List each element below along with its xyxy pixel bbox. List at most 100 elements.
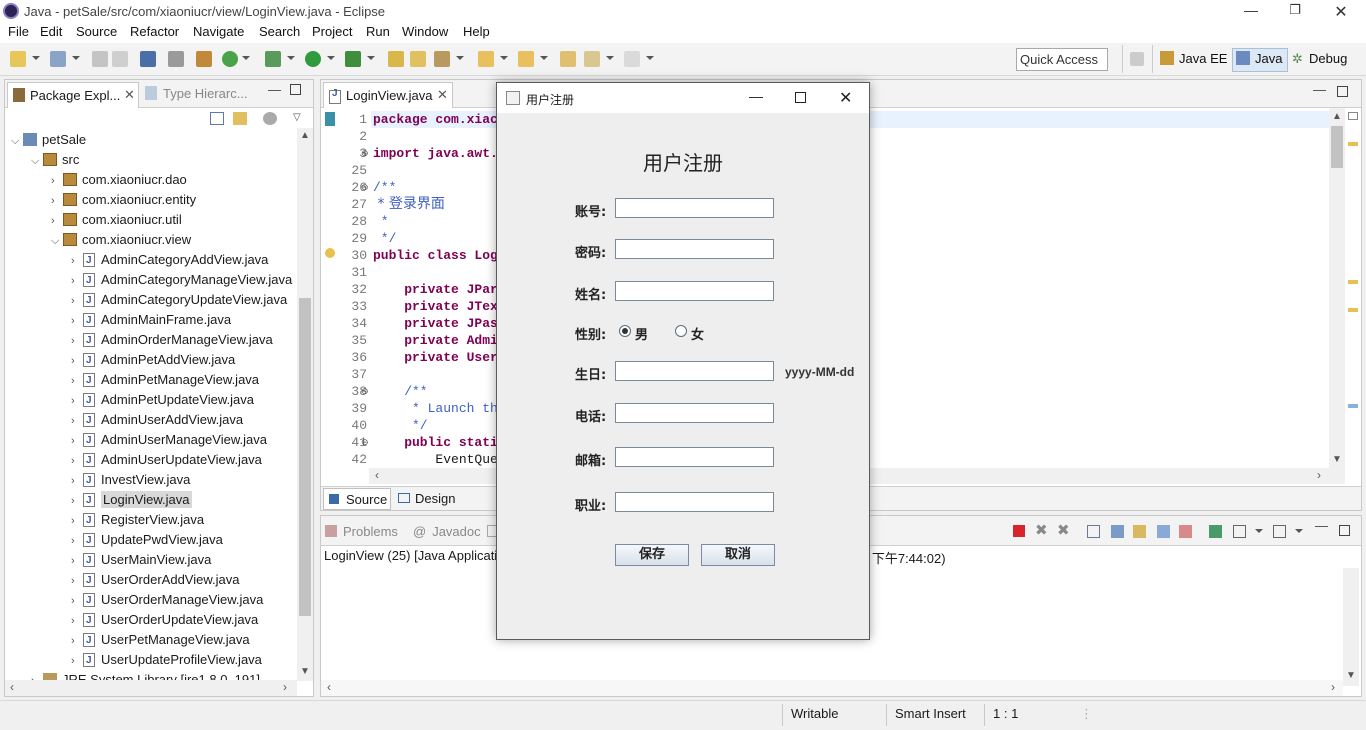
tree-file[interactable]: ›UserOrderAddView.java — [71, 570, 240, 591]
tree-package[interactable]: › com.xiaoniucr.util — [51, 210, 182, 230]
console-icon[interactable] — [140, 51, 156, 67]
terminate-icon[interactable] — [1013, 525, 1025, 537]
menu-refactor[interactable]: Refactor — [130, 24, 179, 39]
maximize-view-icon[interactable] — [1337, 86, 1348, 97]
remove-all-icon[interactable]: ✖ — [1057, 521, 1070, 539]
chevron-down-icon[interactable] — [367, 56, 375, 60]
menu-search[interactable]: Search — [259, 24, 300, 39]
fold-collapse-icon[interactable]: ⊖ — [361, 386, 369, 397]
gender-male-radio[interactable] — [619, 325, 631, 337]
scroll-up-icon[interactable]: ▲ — [300, 130, 310, 141]
tree-file[interactable]: ›RegisterView.java — [71, 510, 204, 531]
explorer-hscrollbar[interactable]: ‹ › — [5, 680, 297, 696]
tree-file[interactable]: ›UserUpdateProfileView.java — [71, 650, 262, 671]
perspective-debug[interactable]: ✲ Debug — [1292, 51, 1347, 66]
chevron-down-icon[interactable] — [1255, 529, 1263, 533]
open-console-icon[interactable] — [1273, 525, 1286, 538]
next-annotation-icon[interactable] — [478, 51, 494, 67]
menu-window[interactable]: Window — [402, 24, 448, 39]
dialog-close-icon[interactable]: ✕ — [839, 88, 852, 108]
save-all-icon[interactable] — [112, 51, 128, 67]
maximize-view-icon[interactable] — [1339, 525, 1350, 536]
close-tab-icon[interactable]: ✕ — [124, 87, 135, 103]
tab-source[interactable]: Source — [323, 488, 391, 510]
scroll-right-icon[interactable]: › — [1317, 468, 1321, 482]
show-stderr-icon[interactable] — [1179, 525, 1192, 538]
menu-run[interactable]: Run — [366, 24, 390, 39]
dialog-maximize-icon[interactable] — [795, 92, 806, 103]
chevron-down-icon[interactable] — [32, 56, 40, 60]
clear-console-icon[interactable] — [1087, 525, 1100, 538]
restore-icon[interactable]: ❐ — [1285, 2, 1305, 20]
phone-input[interactable] — [615, 403, 774, 423]
tab-design[interactable]: Design — [395, 488, 461, 510]
minimize-view-icon[interactable]: — — [268, 82, 281, 97]
chevron-down-icon[interactable] — [327, 56, 335, 60]
tree-package[interactable]: ⌵ com.xiaoniucr.view — [51, 230, 191, 250]
minimize-icon[interactable]: — — [1241, 2, 1261, 20]
perspective-java[interactable]: Java — [1236, 51, 1282, 66]
chevron-down-icon[interactable] — [500, 56, 508, 60]
console-vscrollbar[interactable]: ▼ — [1343, 568, 1359, 686]
password-input[interactable] — [615, 239, 774, 259]
scroll-left-icon[interactable]: ‹ — [10, 680, 14, 694]
fold-collapse-icon[interactable]: ⊖ — [361, 437, 369, 448]
perspective-java-ee[interactable]: Java EE — [1160, 51, 1227, 66]
tree-file[interactable]: ›UserOrderUpdateView.java — [71, 610, 258, 631]
menu-edit[interactable]: Edit — [40, 24, 62, 39]
back-icon[interactable] — [584, 51, 600, 67]
new-project-icon[interactable] — [50, 51, 66, 67]
scroll-left-icon[interactable]: ‹ — [375, 468, 379, 482]
editor-vscrollbar[interactable]: ▲ ▼ — [1329, 108, 1345, 468]
external-tools-icon[interactable] — [345, 51, 361, 67]
scroll-down-icon[interactable]: ▼ — [1346, 670, 1356, 681]
forward-icon[interactable] — [624, 51, 640, 67]
tab-loginview[interactable]: LoginView.java ✕ — [323, 82, 453, 108]
cancel-button[interactable]: 取消 — [701, 544, 775, 566]
maximize-view-icon[interactable] — [290, 84, 301, 95]
open-folder-icon[interactable] — [410, 51, 426, 67]
tree-file[interactable]: ›AdminPetAddView.java — [71, 350, 235, 371]
new-icon[interactable] — [10, 51, 26, 67]
console-hscrollbar[interactable]: ‹ › — [321, 680, 1343, 696]
tree-file-selected[interactable]: ›LoginView.java — [71, 490, 192, 511]
chevron-down-icon[interactable] — [540, 56, 548, 60]
scroll-left-icon[interactable]: ‹ — [327, 680, 331, 694]
tab-problems[interactable]: Problems — [325, 524, 398, 539]
dialog-minimize-icon[interactable]: — — [749, 88, 763, 104]
menu-file[interactable]: File — [8, 24, 29, 39]
tab-package-explorer[interactable]: Package Expl... ✕ — [7, 82, 139, 108]
refresh-icon[interactable] — [222, 51, 238, 67]
tree-package[interactable]: › com.xiaoniucr.dao — [51, 170, 187, 190]
scroll-right-icon[interactable]: › — [1331, 680, 1335, 694]
tree-file[interactable]: ›AdminUserAddView.java — [71, 410, 243, 431]
tab-type-hierarchy[interactable]: Type Hierarc... — [145, 86, 248, 101]
close-icon[interactable]: ✕ — [1331, 2, 1351, 21]
tree-file[interactable]: ›AdminOrderManageView.java — [71, 330, 273, 351]
tree-file[interactable]: ›AdminCategoryUpdateView.java — [71, 290, 287, 311]
scroll-thumb[interactable] — [299, 298, 311, 616]
debug-icon[interactable] — [265, 51, 281, 67]
scroll-lock-icon[interactable] — [1111, 525, 1124, 538]
view-menu-icon[interactable]: ▽ — [293, 112, 301, 123]
gender-female-radio[interactable] — [675, 325, 687, 337]
minimize-view-icon[interactable]: — — [1313, 82, 1326, 97]
scroll-thumb[interactable] — [1331, 126, 1343, 168]
chevron-down-icon[interactable] — [1295, 529, 1303, 533]
chevron-down-icon[interactable] — [72, 56, 80, 60]
chevron-down-icon[interactable] — [287, 56, 295, 60]
minimize-view-icon[interactable]: — — [1315, 518, 1328, 533]
chevron-down-icon[interactable] — [456, 56, 464, 60]
tree-file[interactable]: ›AdminUserManageView.java — [71, 430, 267, 451]
quick-access-input[interactable]: Quick Access — [1016, 48, 1108, 71]
show-stdout-icon[interactable] — [1157, 525, 1170, 538]
tree-file[interactable]: ›AdminCategoryManageView.java — [71, 270, 292, 291]
pin-console-icon[interactable] — [1209, 525, 1222, 538]
tree-file[interactable]: ›UserMainView.java — [71, 550, 211, 571]
remove-launch-icon[interactable]: ✖ — [1035, 521, 1048, 539]
email-input[interactable] — [615, 447, 774, 467]
scroll-right-icon[interactable]: › — [283, 680, 287, 694]
filter-icon[interactable] — [263, 112, 277, 125]
tree-project[interactable]: ⌵ petSale — [11, 130, 86, 150]
chevron-down-icon[interactable] — [646, 56, 654, 60]
